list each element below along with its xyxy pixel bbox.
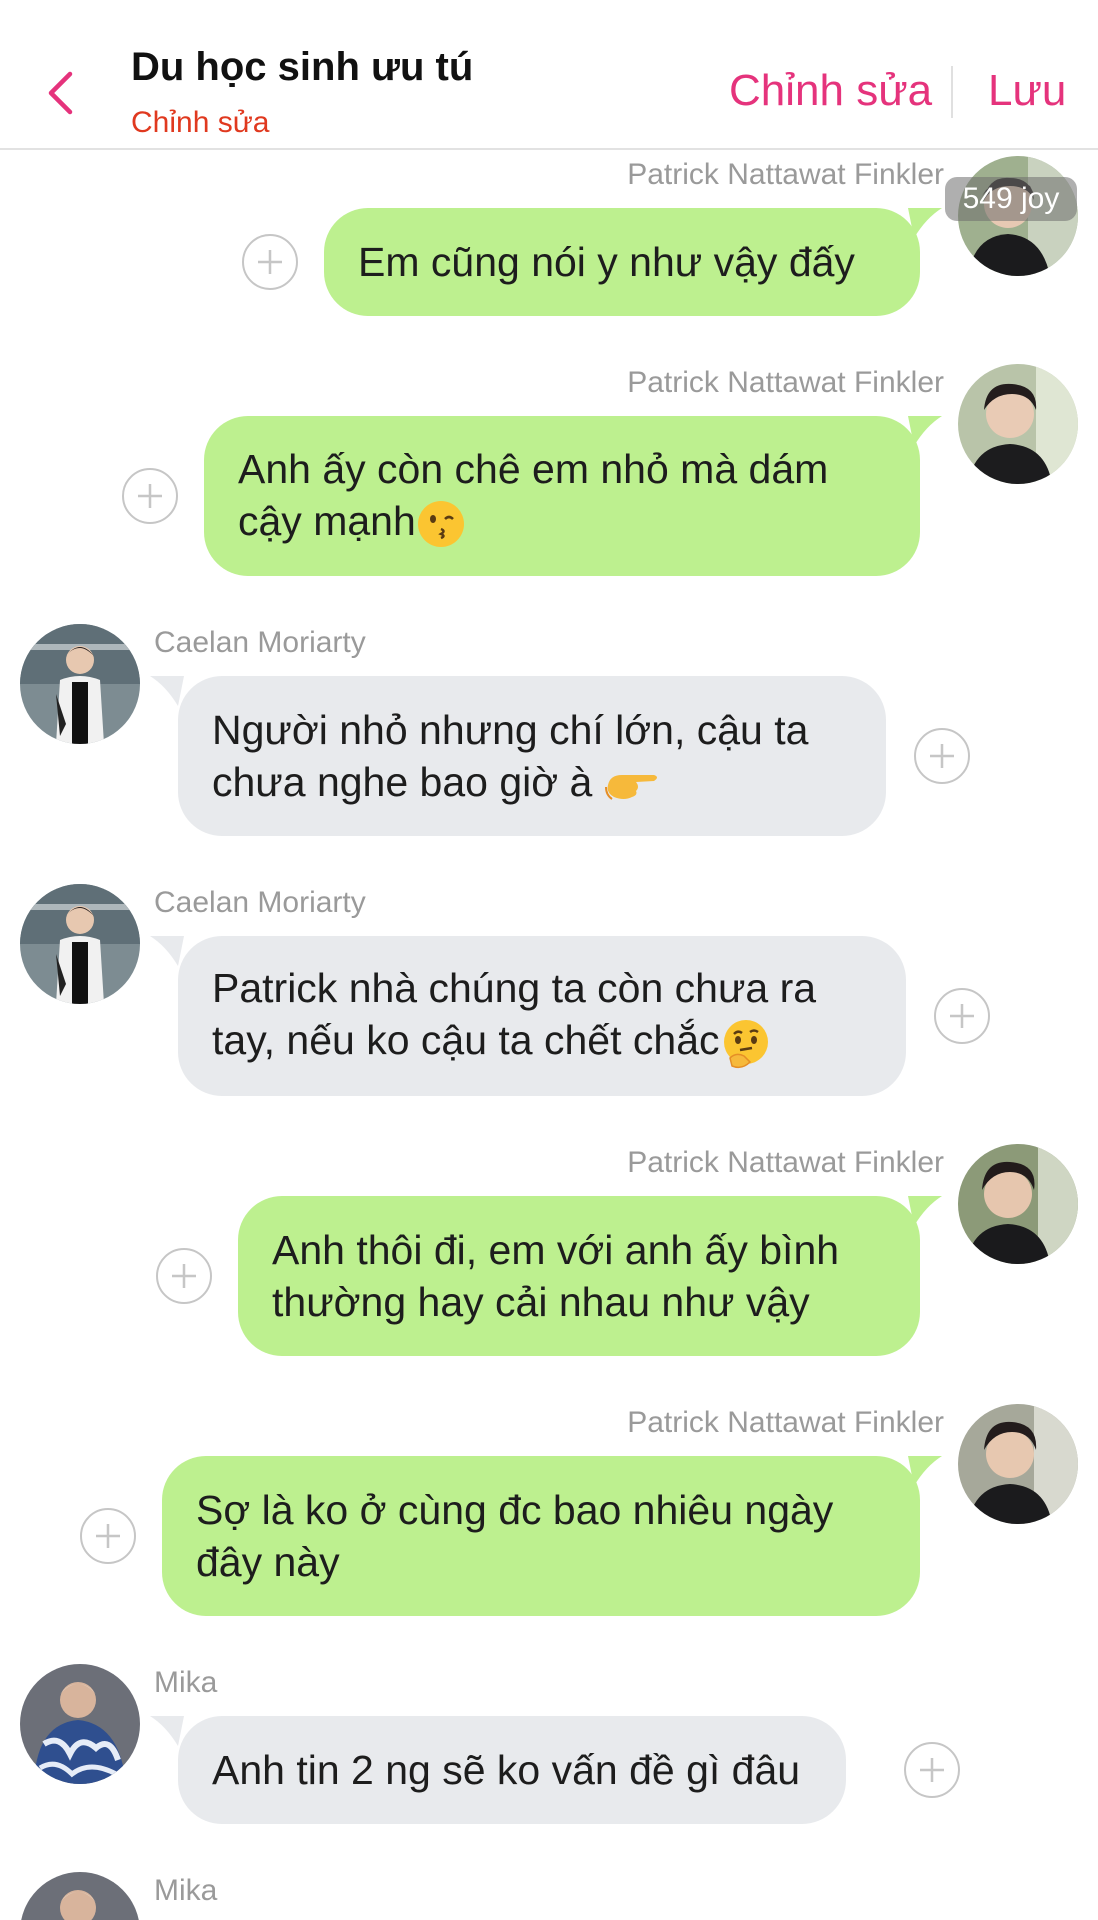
chat-header: Du học sinh ưu tú Chỉnh sửa Chỉnh sửa Lư… bbox=[0, 0, 1098, 150]
message-bubble[interactable]: Patrick nhà chúng ta còn chưa ra tay, nế… bbox=[178, 936, 906, 1096]
plus-icon bbox=[950, 1004, 974, 1028]
message-text-line2: cậy mạnh bbox=[238, 497, 416, 544]
add-reaction-button[interactable] bbox=[904, 1742, 960, 1798]
avatar-caelan[interactable] bbox=[20, 884, 140, 1004]
plus-icon bbox=[920, 1758, 944, 1782]
add-reaction-button[interactable] bbox=[914, 728, 970, 784]
message-bubble[interactable]: Sợ là ko ở cùng đc bao nhiêu ngày đây nà… bbox=[162, 1456, 920, 1616]
message-bubble[interactable]: Anh thôi đi, em với anh ấy bình thường h… bbox=[238, 1196, 920, 1356]
add-reaction-button[interactable] bbox=[122, 468, 178, 524]
message-bubble[interactable]: Người nhỏ nhưng chí lớn, cậu ta chưa ngh… bbox=[178, 676, 886, 836]
avatar-patrick[interactable] bbox=[958, 1404, 1078, 1524]
bubble-tail bbox=[150, 1716, 184, 1746]
plus-icon bbox=[96, 1524, 120, 1548]
add-reaction-button[interactable] bbox=[156, 1248, 212, 1304]
message-text-line2: thường hay cải nhau như vậy bbox=[272, 1279, 810, 1325]
sender-name: Caelan Moriarty bbox=[154, 626, 366, 659]
bubble-tail bbox=[908, 1196, 942, 1226]
kissing-face-emoji bbox=[417, 501, 464, 548]
bubble-tail bbox=[908, 1456, 942, 1486]
avatar-patrick[interactable] bbox=[958, 364, 1078, 484]
sender-name: Patrick Nattawat Finkler bbox=[627, 1406, 944, 1439]
avatar-mika[interactable] bbox=[20, 1664, 140, 1784]
message-text-line2: chưa nghe bao giờ à bbox=[212, 759, 604, 805]
sender-name: Patrick Nattawat Finkler bbox=[627, 366, 944, 399]
bubble-tail bbox=[908, 208, 942, 238]
message-bubble[interactable]: Anh tin 2 ng sẽ ko vấn đề gì đâu bbox=[178, 1716, 846, 1824]
edit-button[interactable]: Chỉnh sửa bbox=[729, 66, 932, 116]
header-divider bbox=[951, 66, 953, 118]
sender-name: Patrick Nattawat Finkler bbox=[627, 1146, 944, 1179]
avatar-caelan[interactable] bbox=[20, 624, 140, 744]
save-button[interactable]: Lưu bbox=[988, 66, 1066, 116]
avatar-mika[interactable] bbox=[20, 1872, 140, 1920]
joy-badge: 549 joy bbox=[945, 177, 1077, 221]
pointing-right-emoji bbox=[604, 775, 657, 801]
sender-name: Caelan Moriarty bbox=[154, 886, 366, 919]
chat-subtitle: Chỉnh sửa bbox=[131, 106, 270, 139]
message-text-line1: Người nhỏ nhưng chí lớn, cậu ta bbox=[212, 707, 809, 753]
bubble-tail bbox=[150, 676, 184, 706]
plus-icon bbox=[138, 484, 162, 508]
thinking-face-emoji bbox=[723, 1019, 768, 1068]
message-text-line1: Anh thôi đi, em với anh ấy bình bbox=[272, 1227, 840, 1273]
message-text: Em cũng nói y như vậy đấy bbox=[358, 239, 855, 285]
message-text-line2: tay, nếu ko cậu ta chết chắc bbox=[212, 1017, 720, 1064]
add-reaction-button[interactable] bbox=[934, 988, 990, 1044]
plus-icon bbox=[172, 1264, 196, 1288]
chevron-left-icon bbox=[48, 71, 73, 115]
bubble-tail bbox=[150, 936, 184, 966]
sender-name: Mika bbox=[154, 1874, 218, 1907]
message-text-line1: Sợ là ko ở cùng đc bao nhiêu ngày bbox=[196, 1487, 834, 1533]
chat-title: Du học sinh ưu tú bbox=[131, 45, 474, 89]
message-text-line1: Anh ấy còn chê em nhỏ mà dám bbox=[238, 445, 829, 492]
message-text-line2: đây này bbox=[196, 1539, 340, 1585]
sender-name: Patrick Nattawat Finkler bbox=[627, 158, 944, 191]
message-bubble[interactable]: Em cũng nói y như vậy đấy bbox=[324, 208, 920, 316]
plus-icon bbox=[258, 250, 282, 274]
back-button[interactable] bbox=[40, 68, 80, 118]
bubble-tail bbox=[908, 416, 942, 446]
message-bubble[interactable]: Anh ấy còn chê em nhỏ mà dám cậy mạnh bbox=[204, 416, 920, 576]
message-text: Anh tin 2 ng sẽ ko vấn đề gì đâu bbox=[212, 1747, 801, 1793]
add-reaction-button[interactable] bbox=[242, 234, 298, 290]
avatar-patrick[interactable] bbox=[958, 1144, 1078, 1264]
sender-name: Mika bbox=[154, 1666, 218, 1699]
plus-icon bbox=[930, 744, 954, 768]
add-reaction-button[interactable] bbox=[80, 1508, 136, 1564]
message-text-line1: Patrick nhà chúng ta còn chưa ra bbox=[212, 965, 817, 1012]
